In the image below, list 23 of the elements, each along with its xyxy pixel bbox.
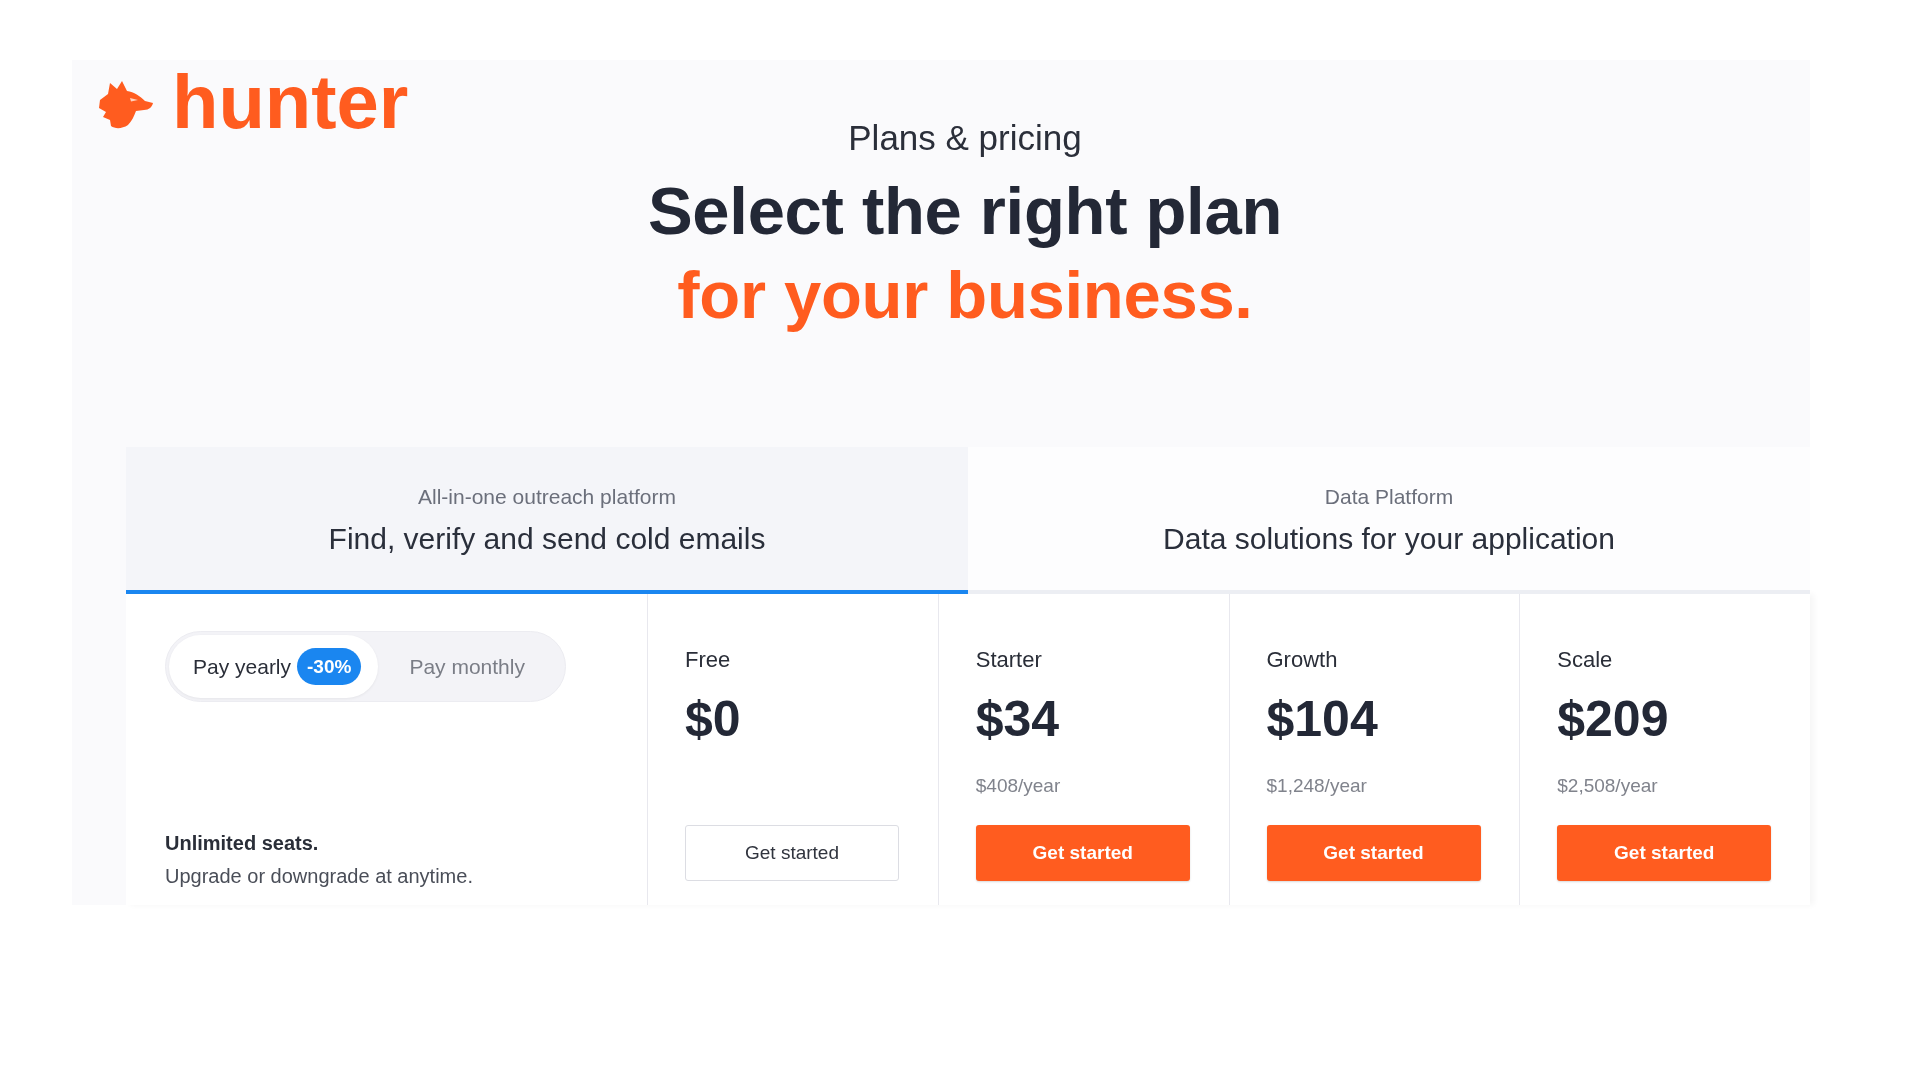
billing-option[interactable]: Pay yearly -30%: [169, 635, 379, 698]
plan-price: $34: [975, 690, 1060, 749]
get-started-button[interactable]: Get started: [685, 825, 899, 881]
seats-note-text: Upgrade or downgrade at anytime.: [165, 864, 473, 889]
yearly-total: $2,508/year: [1557, 774, 1658, 798]
plan-name: Free: [685, 646, 731, 674]
seats-note-heading: Unlimited seats.: [165, 831, 320, 856]
plan-name: Scale: [1557, 646, 1613, 674]
yearly-total: $408/year: [975, 774, 1061, 798]
plan-name: Starter: [975, 646, 1042, 674]
plan-price: $104: [1266, 690, 1378, 749]
page-title-accent: for your business.: [677, 256, 1253, 334]
section-eyebrow: Plans & pricing: [848, 118, 1082, 158]
logo-wordmark: hunter: [172, 64, 409, 140]
product-tab[interactable]: All-in-one outreach platform Find, verify and send cold emails: [126, 447, 968, 594]
plan-price: $209: [1557, 690, 1669, 749]
plan-name: Growth: [1266, 646, 1338, 674]
discount-badge: -30%: [297, 648, 362, 685]
billing-option[interactable]: Pay monthly: [378, 635, 555, 698]
fox-head-icon: [98, 80, 154, 130]
page-title: Select the right plan: [648, 172, 1282, 250]
plan-price: $0: [685, 690, 741, 749]
yearly-total: $1,248/year: [1266, 774, 1367, 798]
